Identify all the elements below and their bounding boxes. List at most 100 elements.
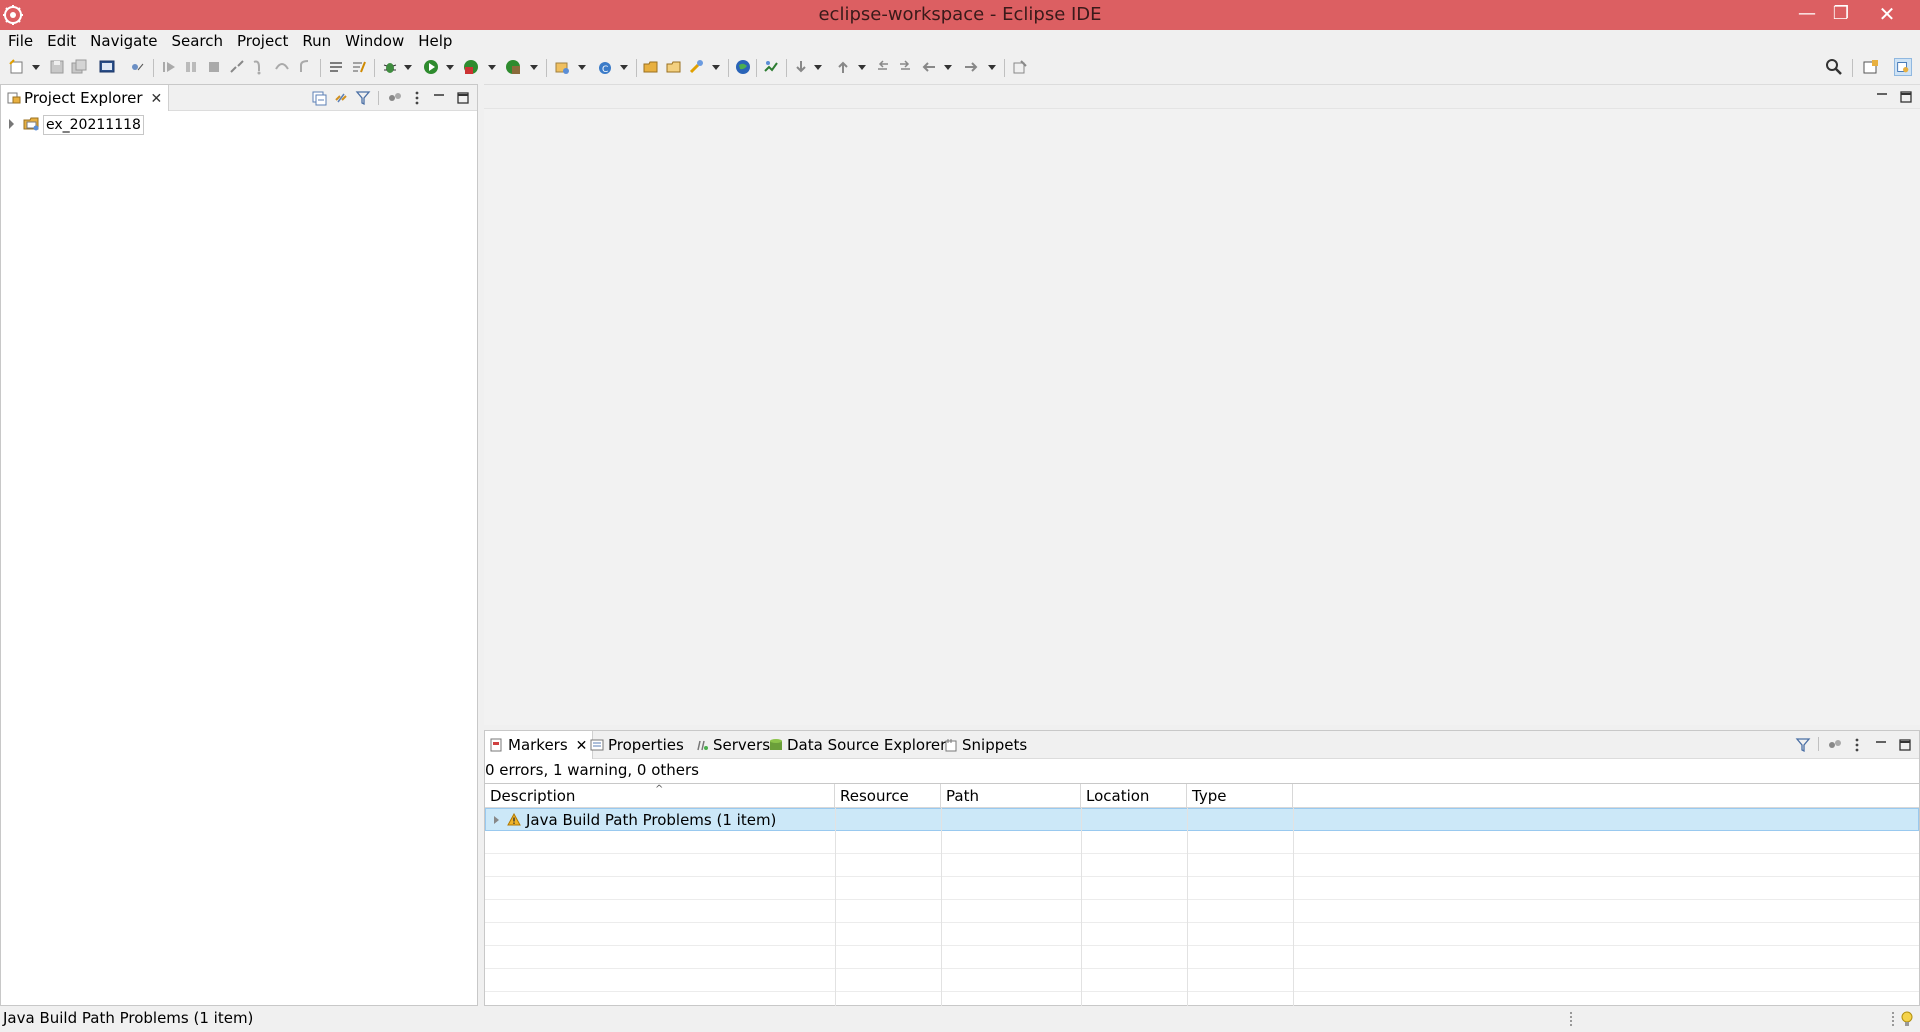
editor-body[interactable] — [484, 109, 1920, 725]
menu-help[interactable]: Help — [411, 30, 459, 53]
view-menu-icon[interactable] — [409, 90, 425, 106]
tab-servers[interactable]: Servers — [690, 731, 775, 759]
disconnect-icon[interactable] — [228, 58, 246, 76]
resume-icon[interactable] — [160, 58, 178, 76]
pin-editor-icon[interactable] — [1011, 58, 1029, 76]
close-window-button[interactable]: ✕ — [1870, 0, 1904, 30]
new-java-class-icon[interactable]: C — [596, 58, 614, 76]
maximize-markers-icon[interactable] — [1897, 737, 1913, 753]
terminate-icon[interactable] — [205, 58, 223, 76]
menu-project[interactable]: Project — [230, 30, 295, 53]
step-over-icon[interactable] — [273, 58, 291, 76]
snippets-icon — [945, 739, 957, 752]
save-all-icon[interactable] — [70, 58, 88, 76]
column-type[interactable]: Type — [1187, 784, 1293, 808]
external-tools-dropdown-arrow[interactable] — [530, 65, 538, 70]
bottom-panel-header: Markers ✕ Properties Servers Data Source … — [485, 731, 1919, 759]
column-resource[interactable]: Resource — [835, 784, 941, 808]
coverage-dropdown-arrow[interactable] — [488, 65, 496, 70]
last-edit-location-icon[interactable] — [874, 58, 892, 76]
markers-filter-icon[interactable] — [1795, 737, 1811, 753]
java-ee-perspective-icon[interactable] — [1894, 58, 1912, 76]
minimize-view-icon[interactable] — [431, 90, 447, 106]
tab-snippets[interactable]: Snippets — [939, 731, 1032, 759]
maximize-button[interactable]: ❐ — [1824, 0, 1858, 30]
menu-window[interactable]: Window — [338, 30, 411, 53]
collapse-all-icon[interactable] — [311, 90, 327, 106]
tab-properties[interactable]: Properties — [585, 731, 689, 759]
minimize-markers-icon[interactable] — [1873, 737, 1889, 753]
table-row[interactable]: Java Build Path Problems (1 item) — [485, 808, 1919, 831]
expand-arrow-icon[interactable] — [9, 119, 14, 129]
back-dropdown-arrow[interactable] — [944, 65, 952, 70]
next-annotation-dropdown-arrow[interactable] — [814, 65, 822, 70]
sort-ascending-icon: ^ — [655, 784, 664, 795]
new-dropdown-arrow[interactable] — [32, 65, 40, 70]
minimize-editor-icon[interactable] — [1874, 89, 1890, 105]
open-perspective-icon[interactable] — [1862, 58, 1880, 76]
debug-icon[interactable] — [381, 58, 399, 76]
markers-focus-icon[interactable] — [1827, 737, 1843, 753]
link-with-editor-icon[interactable] — [333, 90, 349, 106]
maximize-view-icon[interactable] — [455, 90, 471, 106]
save-icon[interactable] — [48, 58, 66, 76]
tab-servers-label: Servers — [713, 736, 771, 754]
next-edit-location-icon[interactable] — [896, 58, 914, 76]
minimize-button[interactable]: — — [1790, 0, 1824, 30]
column-description[interactable]: Description ^ — [485, 784, 835, 808]
previous-annotation-dropdown-arrow[interactable] — [858, 65, 866, 70]
new-file-icon[interactable] — [8, 58, 26, 76]
previous-annotation-icon[interactable] — [834, 58, 852, 76]
menu-navigate[interactable]: Navigate — [83, 30, 164, 53]
status-bar: Java Build Path Problems (1 item) — [0, 1006, 1920, 1032]
open-task-icon[interactable] — [665, 58, 683, 76]
search-tool-icon[interactable] — [688, 58, 706, 76]
menu-file[interactable]: File — [0, 30, 40, 53]
external-tools-icon[interactable] — [504, 58, 522, 76]
column-location[interactable]: Location — [1081, 784, 1187, 808]
filter-icon[interactable] — [355, 90, 371, 106]
new-java-class-dropdown-arrow[interactable] — [620, 65, 628, 70]
web-browser-icon[interactable] — [734, 58, 752, 76]
status-grip[interactable] — [1570, 1012, 1572, 1026]
lightbulb-icon[interactable] — [1900, 1010, 1914, 1028]
menu-edit[interactable]: Edit — [40, 30, 83, 53]
expand-row-icon[interactable] — [494, 816, 499, 824]
properties-icon — [590, 739, 604, 751]
back-icon[interactable] — [920, 58, 938, 76]
markers-icon — [490, 738, 502, 752]
close-tab-icon[interactable]: ✕ — [151, 91, 163, 107]
tab-snippets-label: Snippets — [962, 736, 1028, 754]
terminal-icon[interactable] — [98, 58, 116, 76]
next-annotation-icon[interactable] — [792, 58, 810, 76]
open-type-icon[interactable] — [642, 58, 660, 76]
run-icon[interactable] — [422, 58, 440, 76]
toggle-breadcrumb-icon[interactable] — [762, 58, 780, 76]
tab-data-source-explorer[interactable]: Data Source Explorer — [764, 731, 951, 759]
suspend-icon[interactable] — [182, 58, 200, 76]
step-into-icon[interactable] — [250, 58, 268, 76]
focus-on-active-task-icon[interactable] — [387, 90, 403, 106]
markers-view-menu-icon[interactable] — [1849, 737, 1865, 753]
project-name[interactable]: ex_20211118 — [43, 115, 144, 135]
coverage-icon[interactable] — [462, 58, 480, 76]
status-grip[interactable] — [1892, 1012, 1894, 1026]
search-tool-dropdown-arrow[interactable] — [712, 65, 720, 70]
menu-run[interactable]: Run — [295, 30, 338, 53]
search-icon[interactable] — [1825, 58, 1843, 76]
tab-markers[interactable]: Markers ✕ — [485, 731, 594, 759]
skip-breakpoints-icon[interactable] — [128, 58, 146, 76]
tab-project-explorer[interactable]: Project Explorer ✕ — [1, 85, 170, 111]
new-java-project-dropdown-arrow[interactable] — [578, 65, 586, 70]
column-path[interactable]: Path — [941, 784, 1081, 808]
menu-search[interactable]: Search — [164, 30, 230, 53]
debug-dropdown-arrow[interactable] — [404, 65, 412, 70]
forward-dropdown-arrow[interactable] — [988, 65, 996, 70]
maximize-editor-icon[interactable] — [1898, 89, 1914, 105]
forward-icon[interactable] — [962, 58, 980, 76]
run-dropdown-arrow[interactable] — [446, 65, 454, 70]
step-return-icon[interactable] — [296, 58, 314, 76]
quick-access-icon[interactable] — [350, 58, 368, 76]
new-java-project-icon[interactable] — [553, 58, 571, 76]
use-step-filters-icon[interactable] — [327, 58, 345, 76]
